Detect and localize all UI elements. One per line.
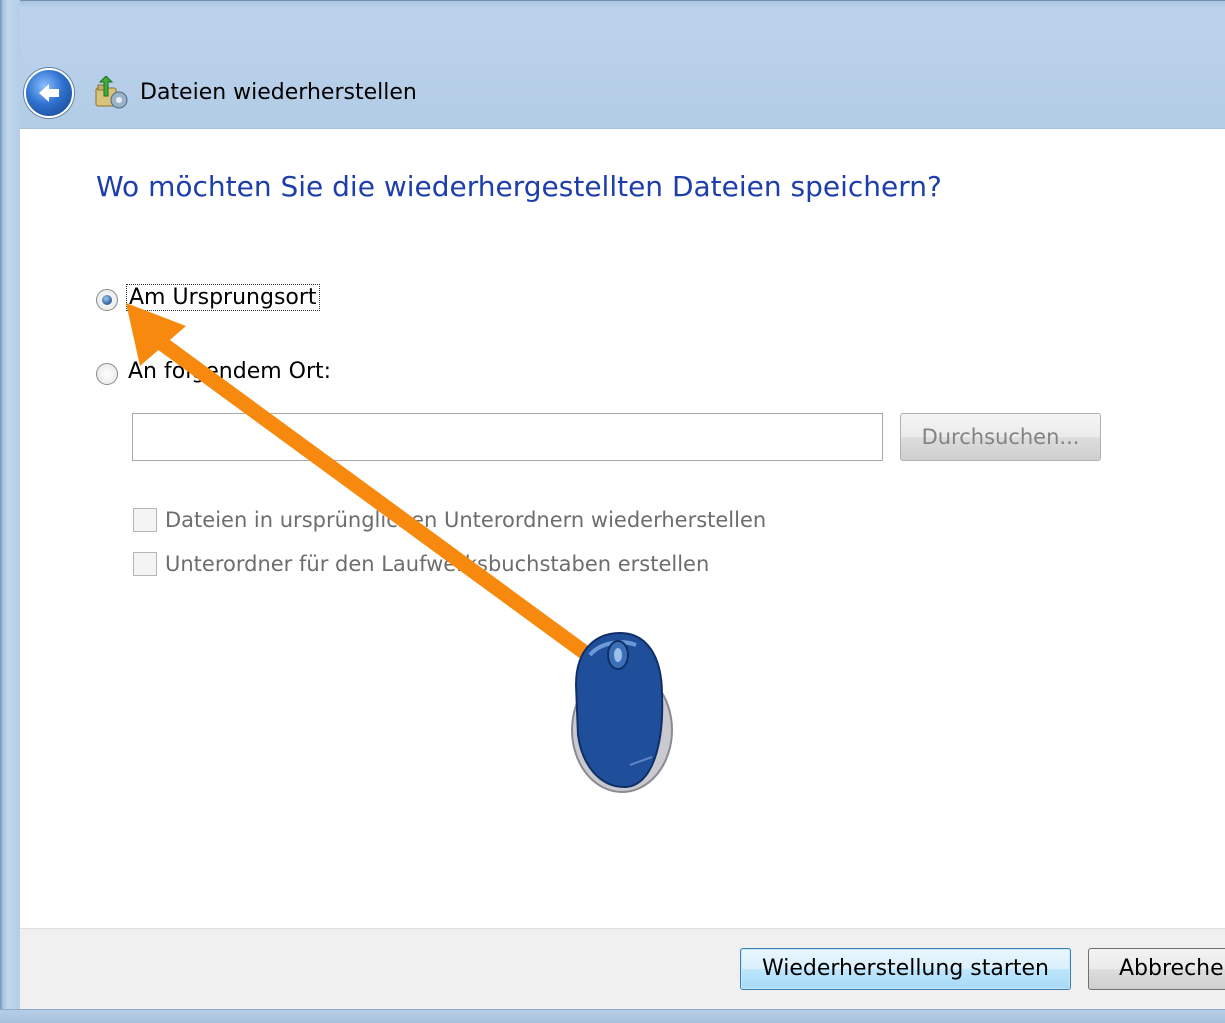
back-arrow-icon: [39, 84, 59, 102]
location-path-input[interactable]: [132, 413, 883, 461]
radio-following-location[interactable]: [96, 363, 118, 385]
radio-label-following-location[interactable]: An folgendem Ort:: [128, 359, 331, 384]
radio-original-location[interactable]: [96, 289, 118, 311]
window-title: Dateien wiederherstellen: [140, 80, 417, 105]
window-frame-left: [0, 0, 20, 1023]
checkbox-drive-letter-subfolders[interactable]: [133, 552, 157, 576]
checkbox-original-subfolders[interactable]: [133, 508, 157, 532]
radio-selected-dot: [102, 295, 112, 305]
cancel-button[interactable]: Abbrechen: [1088, 948, 1225, 990]
restore-files-icon: [95, 76, 128, 109]
back-button[interactable]: [24, 68, 74, 118]
browse-button[interactable]: Durchsuchen...: [900, 413, 1101, 461]
title-bar: [0, 0, 1225, 128]
page-heading: Wo möchten Sie die wiederhergestellten D…: [96, 170, 942, 203]
radio-label-original-location[interactable]: Am Ursprungsort: [126, 284, 320, 311]
window-frame-bottom: [0, 1009, 1225, 1023]
restore-files-window: Dateien wiederherstellen Wo möchten Sie …: [0, 0, 1225, 1023]
checkbox-label-drive-letter-subfolders: Unterordner für den Laufwerksbuchstaben …: [165, 552, 710, 576]
checkbox-label-original-subfolders: Dateien in ursprünglichen Unterordnern w…: [165, 508, 767, 532]
start-restore-button[interactable]: Wiederherstellung starten: [740, 948, 1071, 990]
